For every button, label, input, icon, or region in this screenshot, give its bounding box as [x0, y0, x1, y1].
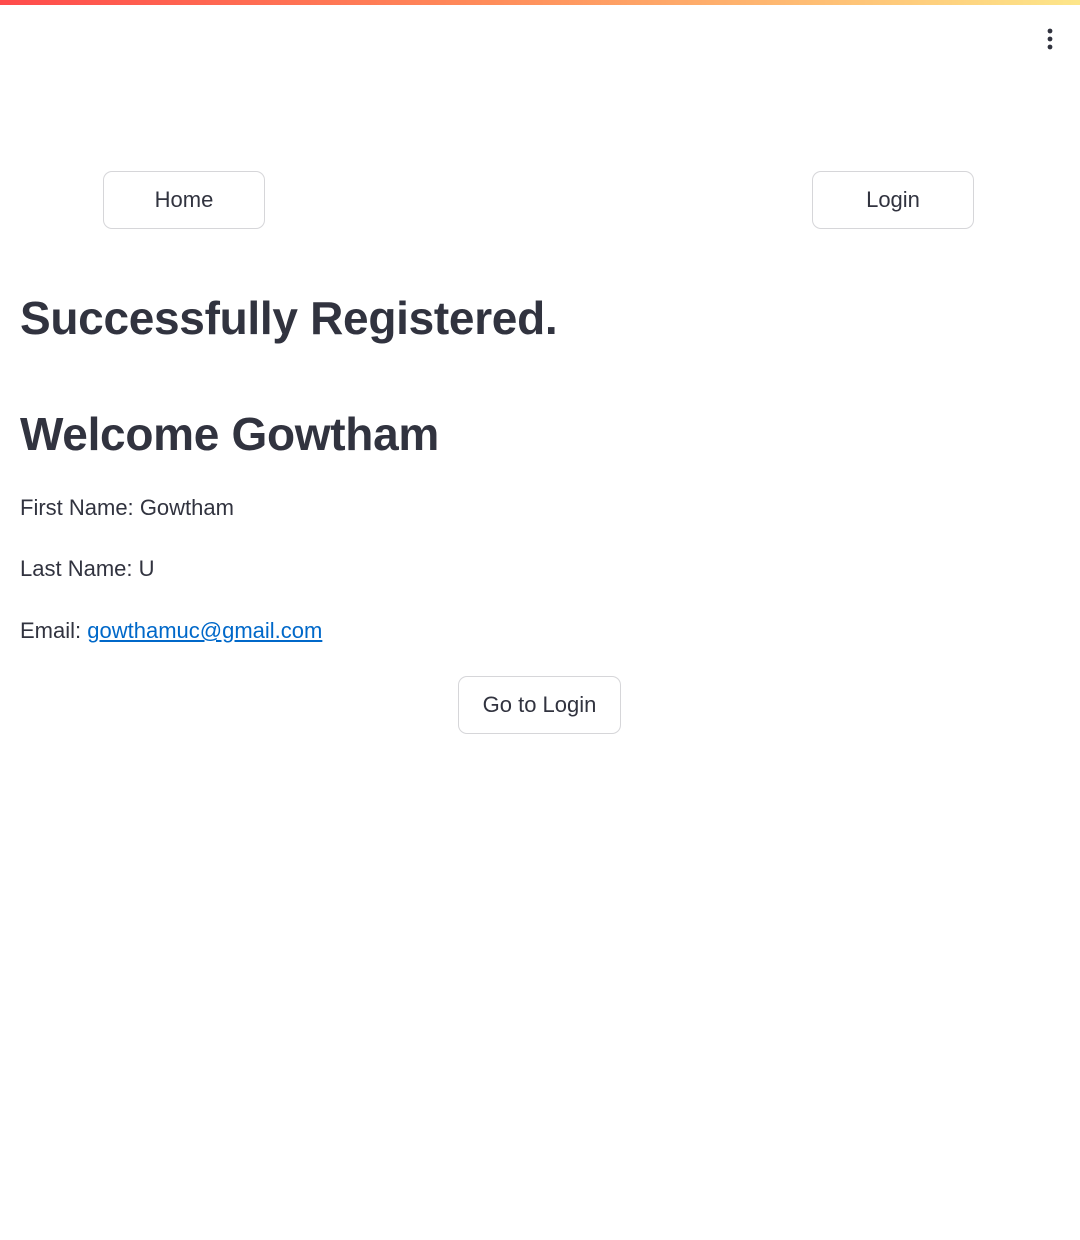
main-menu-button[interactable]	[1034, 22, 1066, 56]
last-name-label: Last Name:	[20, 556, 133, 581]
vertical-ellipsis-icon	[1047, 28, 1053, 50]
welcome-heading: Welcome Gowtham	[20, 408, 439, 460]
first-name-line: First Name: Gowtham	[20, 493, 234, 523]
last-name-value: U	[138, 556, 155, 581]
email-label: Email:	[20, 618, 82, 643]
email-line: Email: gowthamuc@gmail.com	[20, 616, 322, 646]
login-button[interactable]: Login	[812, 171, 974, 229]
go-to-login-button[interactable]: Go to Login	[458, 676, 621, 734]
page-title: Successfully Registered.	[20, 292, 558, 344]
home-button[interactable]: Home	[103, 171, 265, 229]
last-name-line: Last Name: U	[20, 554, 155, 584]
first-name-value: Gowtham	[139, 495, 234, 520]
first-name-label: First Name:	[20, 495, 134, 520]
header-decoration-bar	[0, 0, 1080, 5]
email-link[interactable]: gowthamuc@gmail.com	[87, 618, 322, 643]
